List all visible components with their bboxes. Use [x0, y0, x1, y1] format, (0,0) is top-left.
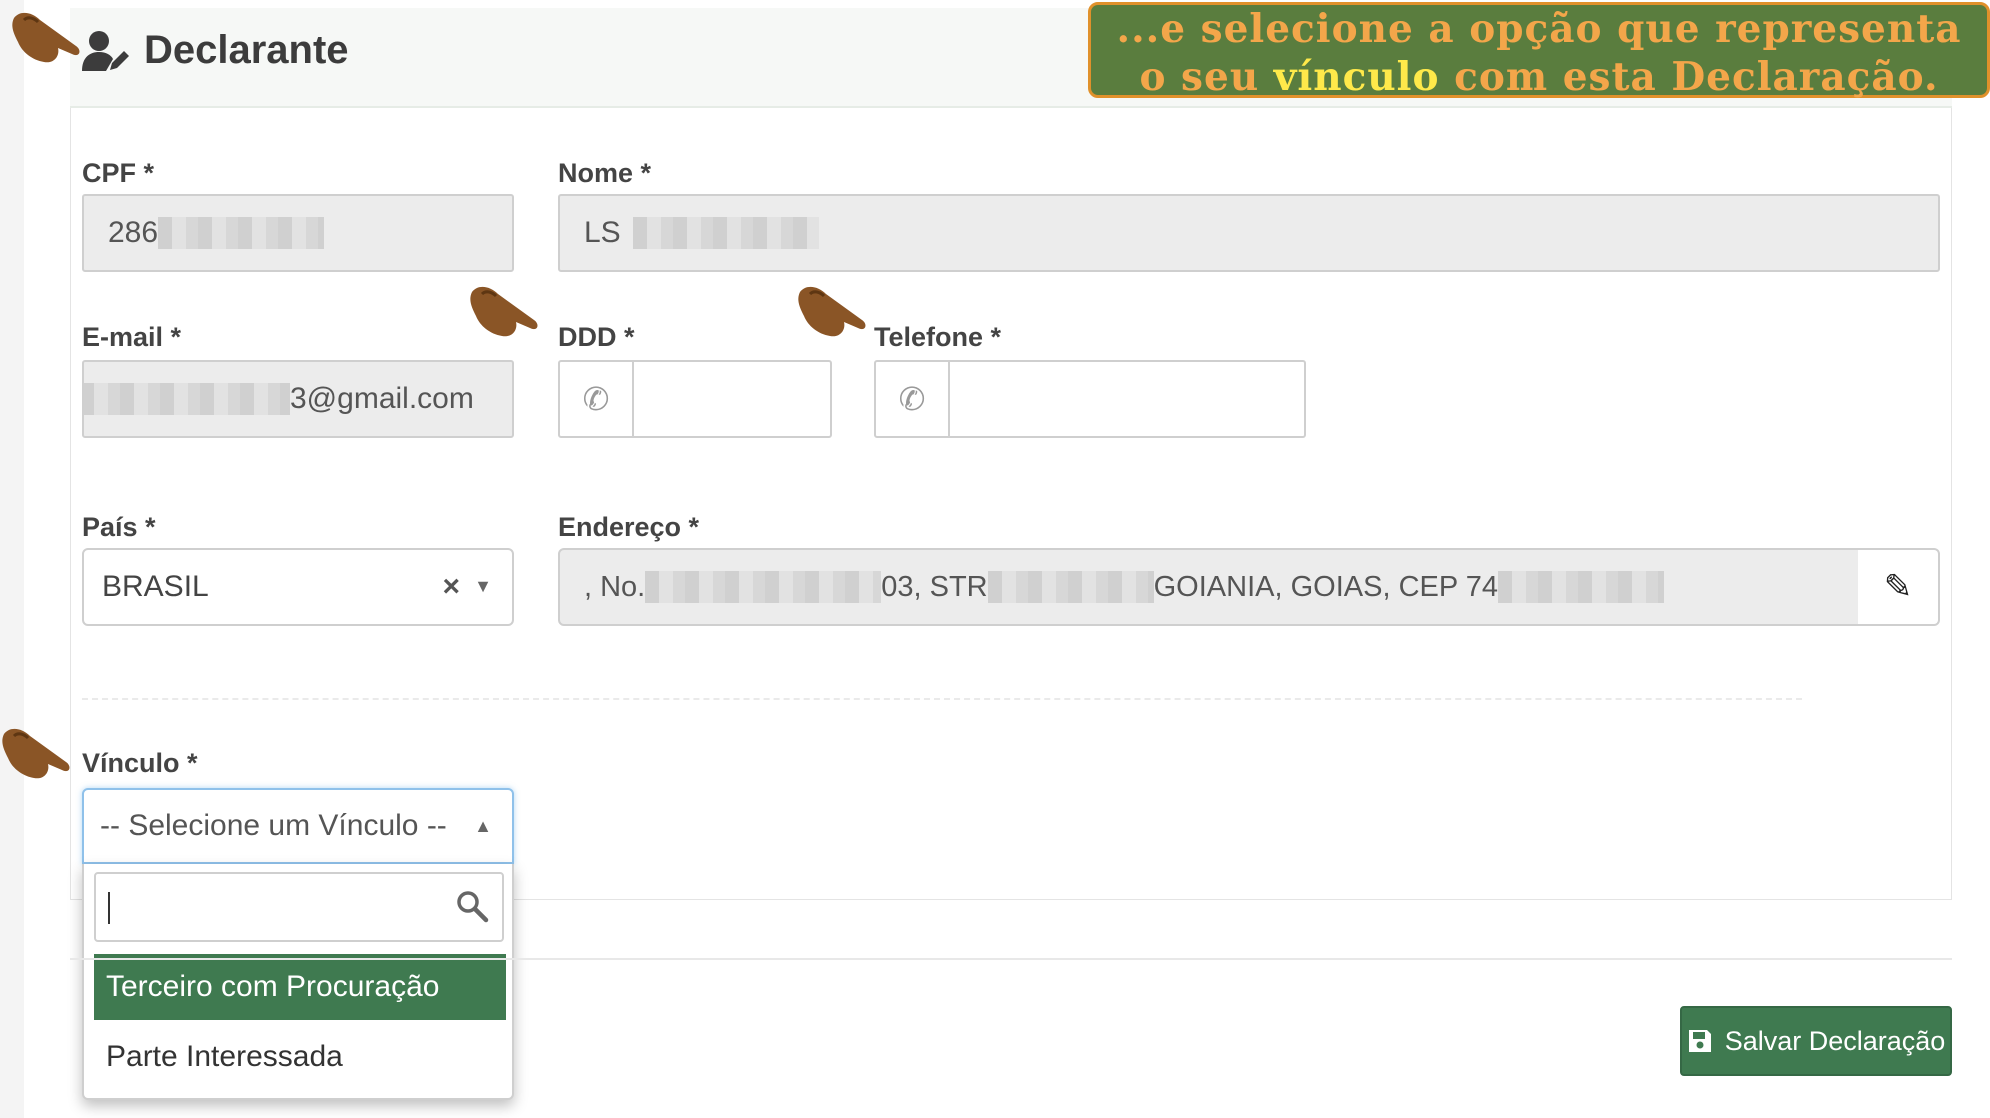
- panel-title-text: Declarante: [144, 28, 349, 72]
- cpf-label: CPF *: [82, 158, 155, 188]
- vinculo-option-parte[interactable]: Parte Interessada: [94, 1024, 506, 1090]
- declarante-panel: [70, 8, 1952, 900]
- nome-value-prefix: LS: [584, 216, 621, 249]
- callout-line-2-pre: o seu: [1139, 54, 1274, 100]
- save-button-label: Salvar Declaração: [1724, 1025, 1946, 1056]
- ddd-input[interactable]: ✆: [558, 360, 832, 438]
- ddd-label: DDD *: [558, 322, 635, 352]
- nome-redacted: [632, 217, 819, 249]
- cpf-value-prefix: 286: [108, 216, 159, 249]
- pointing-hand-icon: [470, 286, 538, 337]
- phone-icon: ✆: [876, 362, 950, 436]
- phone-icon: ✆: [560, 362, 634, 436]
- callout-line-1: ...e selecione a opção que representa: [1116, 6, 1962, 52]
- endereco-part2: 03, STR: [881, 570, 988, 603]
- vinculo-search-input[interactable]: [94, 872, 504, 942]
- section-divider: [82, 698, 1802, 700]
- vinculo-label: Vínculo *: [82, 748, 198, 778]
- pointing-hand-icon: [2, 728, 70, 779]
- cpf-redacted: [158, 217, 325, 249]
- cpf-field[interactable]: 286: [82, 194, 514, 272]
- vinculo-option-terceiro[interactable]: Terceiro com Procuração: [94, 954, 506, 1020]
- endereco-field[interactable]: , No. 03, STR GOIANIA, GOIAS, CEP 74: [558, 548, 1860, 626]
- clear-icon[interactable]: ×: [442, 570, 460, 604]
- endereco-part1: , No.: [584, 570, 646, 603]
- telefone-label: Telefone *: [874, 322, 1002, 352]
- pointing-hand-icon: [12, 12, 80, 63]
- footer-divider: [70, 958, 1952, 960]
- endereco-label: Endereço *: [558, 512, 700, 542]
- chevron-down-icon[interactable]: ▼: [474, 576, 492, 597]
- pointing-hand-icon: [798, 286, 866, 337]
- telefone-input[interactable]: ✆: [874, 360, 1306, 438]
- email-redacted: [84, 383, 290, 415]
- pencil-icon[interactable]: ✎: [1858, 548, 1940, 626]
- nome-label: Nome *: [558, 158, 652, 188]
- left-margin-strip: [0, 0, 24, 1118]
- nome-field[interactable]: LS: [558, 194, 1940, 272]
- tutorial-callout: ...e selecione a opção que representa o …: [1088, 2, 1990, 101]
- endereco-redacted-3: [1498, 571, 1664, 603]
- email-label: E-mail *: [82, 322, 182, 352]
- vinculo-placeholder: -- Selecione um Vínculo --: [100, 809, 447, 842]
- search-icon: [457, 891, 489, 923]
- pais-value: BRASIL: [102, 570, 209, 603]
- endereco-redacted-2: [987, 571, 1154, 603]
- callout-highlight: vínculo: [1273, 54, 1440, 100]
- user-edit-icon: [82, 30, 129, 71]
- pais-label: País *: [82, 512, 156, 542]
- text-cursor: [108, 892, 110, 924]
- chevron-up-icon[interactable]: ▲: [474, 816, 492, 837]
- endereco-part3: GOIANIA, GOIAS, CEP 74: [1153, 570, 1498, 603]
- panel-title: Declarante: [82, 28, 349, 73]
- callout-line-2-post: com esta Declaração.: [1439, 54, 1939, 100]
- floppy-disk-icon: [1688, 1030, 1711, 1052]
- email-field[interactable]: 3@gmail.com: [82, 360, 514, 438]
- pais-select[interactable]: BRASIL × ▼: [82, 548, 514, 626]
- callout-line-2: o seu vínculo com esta Declaração.: [1091, 53, 1987, 101]
- endereco-redacted-1: [645, 571, 882, 603]
- save-button[interactable]: Salvar Declaração: [1680, 1006, 1952, 1076]
- vinculo-select[interactable]: -- Selecione um Vínculo -- ▲: [82, 788, 514, 864]
- vinculo-dropdown: Terceiro com Procuração Parte Interessad…: [82, 864, 514, 1100]
- email-value-suffix: 3@gmail.com: [290, 382, 474, 415]
